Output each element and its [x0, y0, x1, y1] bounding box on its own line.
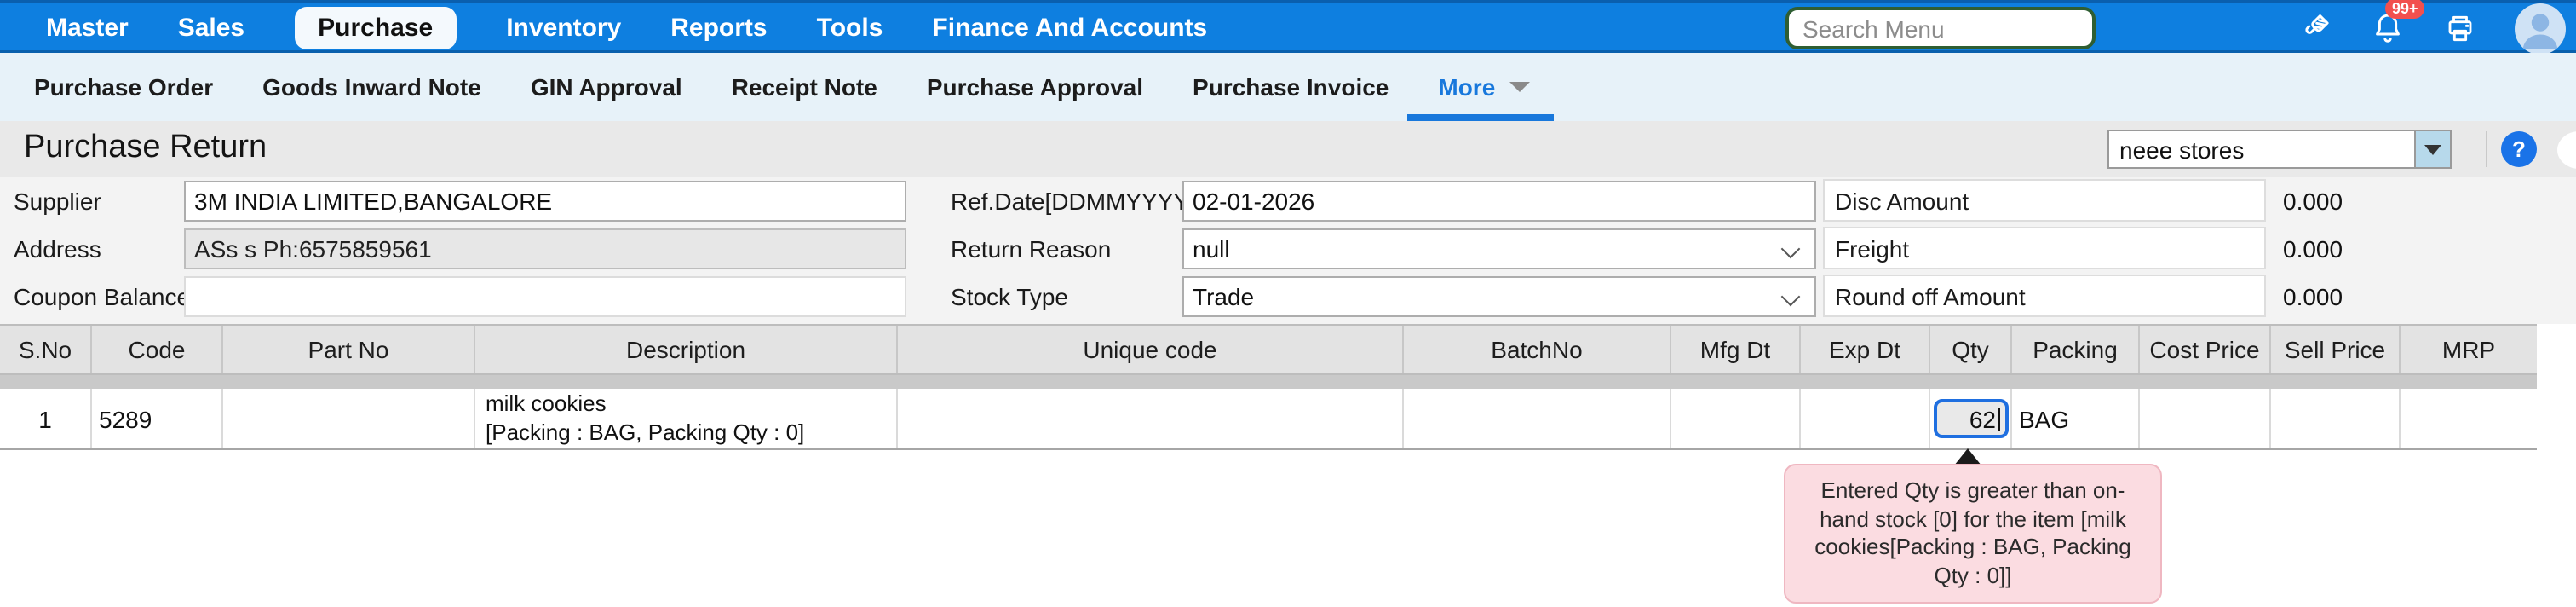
col-header-packing: Packing — [2012, 326, 2140, 373]
paintbrush-icon[interactable] — [2297, 10, 2332, 46]
return-reason-label: Return Reason — [951, 235, 1111, 263]
text-caret — [1998, 407, 1999, 431]
table-row[interactable]: 1 5289 milk cookies [Packing : BAG, Pack… — [0, 389, 2537, 450]
freight-label: Freight — [1823, 227, 2266, 269]
page-title: Purchase Return — [24, 130, 267, 167]
address-label: Address — [14, 235, 101, 263]
col-header-code: Code — [92, 326, 223, 373]
stock-type-value: Trade — [1193, 283, 1254, 310]
qty-value: 62 — [1969, 405, 1996, 432]
subnav-more-menu[interactable]: More — [1438, 53, 1529, 121]
notifications-bell-icon[interactable]: 99+ — [2370, 10, 2406, 46]
ref-date-field[interactable] — [1182, 181, 1816, 222]
form-row-1: Supplier Ref.Date[DDMMYYYY] Disc Amount … — [0, 181, 2576, 222]
return-reason-select[interactable]: null — [1182, 228, 1816, 269]
coupon-balance-label: Coupon Balance — [14, 283, 190, 310]
store-selector-dropdown[interactable]: neee stores — [2107, 130, 2452, 169]
address-field — [184, 228, 906, 269]
nav-sales[interactable]: Sales — [178, 14, 244, 43]
chevron-down-icon — [1509, 82, 1529, 92]
cell-sno: 1 — [0, 389, 92, 448]
col-header-unique-code: Unique code — [898, 326, 1404, 373]
nav-reports[interactable]: Reports — [670, 14, 767, 43]
round-off-amount-value: 0.000 — [2283, 283, 2343, 310]
purchase-return-screen: Master Sales Purchase Inventory Reports … — [0, 0, 2576, 607]
subnav-receipt-note[interactable]: Receipt Note — [732, 53, 877, 121]
col-header-description: Description — [475, 326, 898, 373]
col-header-mfg-dt: Mfg Dt — [1671, 326, 1801, 373]
table-header-divider-strip — [0, 375, 2537, 389]
form-row-2: Address Return Reason null Freight 0.000 — [0, 228, 2576, 269]
subnav-purchase-invoice[interactable]: Purchase Invoice — [1193, 53, 1389, 121]
items-table-header: S.No Code Part No Description Unique cod… — [0, 324, 2537, 375]
printer-icon[interactable] — [2443, 11, 2477, 45]
round-off-amount-label: Round off Amount — [1823, 275, 2266, 317]
description-line2: [Packing : BAG, Packing Qty : 0] — [486, 419, 804, 447]
qty-error-tooltip: Entered Qty is greater than on-hand stoc… — [1784, 464, 2162, 604]
col-header-batch-no: BatchNo — [1404, 326, 1671, 373]
store-selector-value: neee stores — [2109, 131, 2414, 167]
dropdown-arrow-button[interactable] — [2414, 131, 2450, 167]
cell-mfg-dt — [1671, 389, 1801, 448]
return-reason-value: null — [1193, 235, 1230, 263]
help-icon[interactable]: ? — [2501, 131, 2537, 167]
triangle-down-icon — [2424, 144, 2441, 154]
search-input[interactable] — [1785, 7, 2096, 49]
col-header-sell-price: Sell Price — [2271, 326, 2401, 373]
col-header-mrp: MRP — [2401, 326, 2537, 373]
form-row-3: Coupon Balance Stock Type Trade Round of… — [0, 276, 2576, 317]
nav-master[interactable]: Master — [46, 14, 129, 43]
chevron-down-icon — [1781, 240, 1801, 259]
chevron-down-icon — [1781, 287, 1801, 307]
cell-part-no — [223, 389, 475, 448]
cell-mrp — [2401, 389, 2537, 448]
disc-amount-label: Disc Amount — [1823, 179, 2266, 222]
col-header-qty: Qty — [1930, 326, 2012, 373]
top-nav-bar: Master Sales Purchase Inventory Reports … — [0, 0, 2576, 53]
notification-count-badge: 99+ — [2385, 0, 2425, 19]
freight-value: 0.000 — [2283, 235, 2343, 263]
purchase-return-form: Supplier Ref.Date[DDMMYYYY] Disc Amount … — [0, 177, 2576, 324]
nav-finance-and-accounts[interactable]: Finance And Accounts — [932, 14, 1207, 43]
cell-code: 5289 — [92, 389, 223, 448]
user-avatar[interactable] — [2515, 3, 2566, 54]
col-header-exp-dt: Exp Dt — [1801, 326, 1930, 373]
tooltip-arrow-up-icon — [1954, 448, 1981, 465]
qty-input[interactable]: 62 — [1933, 399, 2008, 438]
cell-qty: 62 — [1930, 389, 2012, 448]
cell-cost-price — [2140, 389, 2271, 448]
disc-amount-value: 0.000 — [2283, 188, 2343, 215]
supplier-field[interactable] — [184, 181, 906, 222]
col-header-part-no: Part No — [223, 326, 475, 373]
subnav-gin-approval[interactable]: GIN Approval — [531, 53, 682, 121]
col-header-sno: S.No — [0, 326, 92, 373]
description-line1: milk cookies — [486, 390, 607, 419]
cell-description: milk cookies [Packing : BAG, Packing Qty… — [475, 389, 898, 448]
stock-type-label: Stock Type — [951, 283, 1068, 310]
cell-unique-code — [898, 389, 1404, 448]
cell-exp-dt — [1801, 389, 1930, 448]
subnav-purchase-approval[interactable]: Purchase Approval — [927, 53, 1143, 121]
col-header-cost-price: Cost Price — [2140, 326, 2271, 373]
cell-batch-no — [1404, 389, 1671, 448]
cell-sell-price — [2271, 389, 2401, 448]
purchase-sub-nav: Purchase Order Goods Inward Note GIN App… — [0, 53, 2576, 121]
nav-tools[interactable]: Tools — [817, 14, 883, 43]
subnav-goods-inward-note[interactable]: Goods Inward Note — [262, 53, 481, 121]
nav-inventory[interactable]: Inventory — [506, 14, 621, 43]
coupon-balance-field[interactable] — [184, 276, 906, 317]
subnav-more-label: More — [1438, 73, 1495, 101]
ref-date-label: Ref.Date[DDMMYYYY] — [951, 188, 1196, 215]
cell-packing: BAG — [2012, 389, 2140, 448]
page-title-bar: Purchase Return neee stores ? — [0, 121, 2576, 177]
subnav-purchase-order[interactable]: Purchase Order — [34, 53, 213, 121]
titlebar-divider — [2486, 131, 2487, 167]
supplier-label: Supplier — [14, 188, 101, 215]
nav-purchase[interactable]: Purchase — [294, 7, 457, 49]
stock-type-select[interactable]: Trade — [1182, 276, 1816, 317]
